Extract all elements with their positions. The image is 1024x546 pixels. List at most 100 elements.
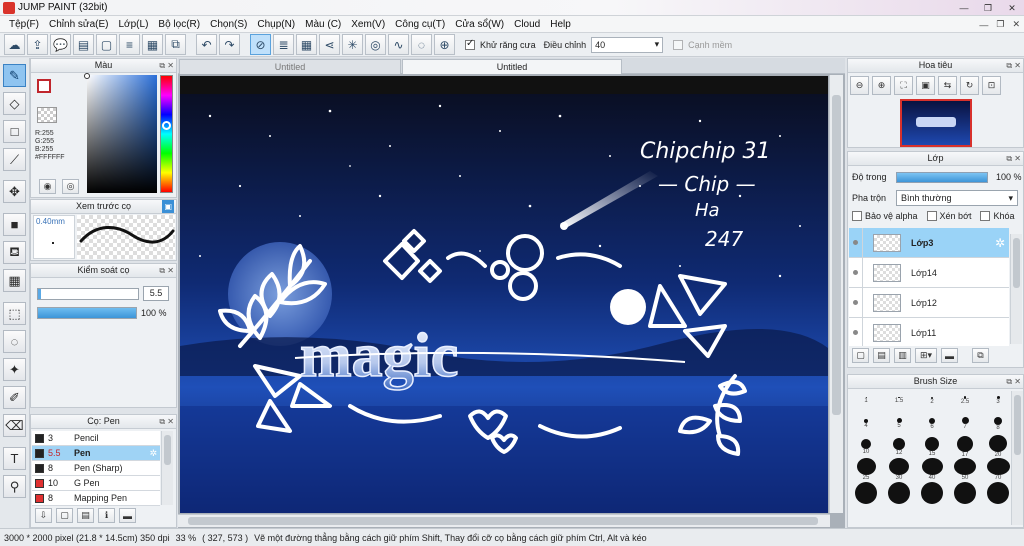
undo-icon[interactable]: ↶	[196, 34, 217, 55]
grid-ruler-icon[interactable]: ▦	[296, 34, 317, 55]
size-input[interactable]: 5.5	[143, 286, 169, 301]
eyedropper-tool-icon[interactable]: ⚲	[3, 475, 26, 498]
brush-size-cell[interactable]	[850, 481, 882, 504]
merge-layer-icon[interactable]: ⧉	[972, 348, 989, 363]
foreground-color-swatch[interactable]	[37, 79, 51, 93]
menu-item-0[interactable]: Tệp(F)	[4, 19, 44, 30]
move-tool-icon[interactable]: ✥	[3, 180, 26, 203]
radial-ruler-icon[interactable]: ✳	[342, 34, 363, 55]
select-eraser-tool-icon[interactable]: ⌫	[3, 414, 26, 437]
menu-item-8[interactable]: Công cụ(T)	[390, 19, 450, 30]
canvas-vertical-scrollbar[interactable]	[829, 75, 843, 513]
brush-size-cell[interactable]: 6	[916, 412, 948, 435]
hue-slider-handle[interactable]	[162, 121, 171, 130]
text-tool-icon[interactable]: T	[3, 447, 26, 470]
artwork-canvas[interactable]: magic Chipchip 31 — Chip — Ha 247	[180, 76, 828, 513]
layer-row[interactable]: Lớp11	[849, 317, 1009, 346]
gear-icon[interactable]: ✲	[995, 236, 1005, 250]
brush-size-cell[interactable]	[883, 481, 915, 504]
panel-controls-icon[interactable]: ⧉ ✕	[1006, 152, 1021, 165]
folder-icon[interactable]: ▬	[941, 348, 958, 363]
transparent-color-swatch[interactable]	[37, 107, 57, 123]
blend-mode-select[interactable]: Bình thường ▾	[896, 190, 1018, 206]
copy-layer-icon[interactable]: ▥	[894, 348, 911, 363]
protect-alpha-checkbox[interactable]	[852, 211, 862, 221]
brush-list-scroll-thumb[interactable]	[164, 435, 171, 465]
new-raster-layer-icon[interactable]: ▤	[873, 348, 890, 363]
brush-size-cell[interactable]: 10	[850, 435, 882, 458]
symmetry-ruler-icon[interactable]: ⊕	[434, 34, 455, 55]
picker-cursor[interactable]	[84, 73, 90, 79]
grid-page-icon[interactable]: ▦	[142, 34, 163, 55]
curve-ruler-icon[interactable]: ∿	[388, 34, 409, 55]
eraser-tool-icon[interactable]: ◇	[3, 92, 26, 115]
brush-size-cell[interactable]: 1.5	[883, 389, 915, 412]
panel-controls-icon[interactable]: ⧉ ✕	[1006, 59, 1021, 72]
soft-edge-checkbox[interactable]	[673, 39, 684, 50]
palette-icon[interactable]: ◉	[39, 179, 56, 194]
brush-size-cell[interactable]: 12	[883, 435, 915, 458]
comment-icon[interactable]: 💬	[50, 34, 71, 55]
panel-controls-icon[interactable]: ▣	[162, 200, 174, 213]
brush-size-cell[interactable]: 30	[883, 458, 915, 481]
menu-item-10[interactable]: Cloud	[509, 19, 545, 30]
perspective-ruler-icon[interactable]: ⋖	[319, 34, 340, 55]
eye-icon[interactable]	[849, 317, 863, 346]
pen-tool-icon[interactable]: ✎	[3, 64, 26, 87]
layer-scroll-thumb[interactable]	[1013, 238, 1020, 288]
fill-shape-tool-icon[interactable]: ■	[3, 213, 26, 236]
menu-item-1[interactable]: Chỉnh sửa(E)	[44, 19, 114, 30]
menu-item-5[interactable]: Chụp(N)	[252, 19, 300, 30]
hue-slider[interactable]	[160, 75, 173, 193]
panel-controls-icon[interactable]: ⧉ ✕	[1006, 375, 1021, 388]
rotate-icon[interactable]: ↻	[960, 76, 979, 95]
vertical-scroll-thumb[interactable]	[832, 95, 841, 415]
brush-size-cell[interactable]	[982, 481, 1014, 504]
ellipse-ruler-icon[interactable]: ◌	[411, 34, 432, 55]
page-icon[interactable]: ▢	[96, 34, 117, 55]
bucket-tool-icon[interactable]: ⛾	[3, 241, 26, 264]
layout-icon[interactable]: ▤	[73, 34, 94, 55]
brush-list-item[interactable]: 5.5 Pen ✲	[32, 446, 160, 461]
parallel-ruler-icon[interactable]: ≣	[273, 34, 294, 55]
horizontal-scroll-thumb[interactable]	[188, 517, 818, 525]
color-set-icon[interactable]: ◎	[62, 179, 79, 194]
menu-item-9[interactable]: Cửa sổ(W)	[450, 19, 509, 30]
maximize-button[interactable]: ❐	[976, 0, 1000, 16]
layer-opacity-slider[interactable]	[896, 172, 988, 183]
panel-controls-icon[interactable]: ⧉ ✕	[159, 264, 174, 277]
brush-size-cell[interactable]: 8	[982, 412, 1014, 435]
brush-size-cell[interactable]: 70	[982, 458, 1014, 481]
brush-size-cell[interactable]	[949, 481, 981, 504]
antialias-checkbox[interactable]	[465, 38, 475, 50]
fit-view-icon[interactable]: ⛶	[894, 76, 913, 95]
brush-size-cell[interactable]: 20	[982, 435, 1014, 458]
brush-size-cell[interactable]	[916, 481, 948, 504]
actual-size-icon[interactable]: ▣	[916, 76, 935, 95]
magic-wand-tool-icon[interactable]: ✦	[3, 358, 26, 381]
new-brush-icon[interactable]: ▢	[56, 508, 73, 523]
lasso-tool-icon[interactable]: ◌	[3, 330, 26, 353]
no-ruler-icon[interactable]: ⊘	[250, 34, 271, 55]
minimize-button[interactable]: —	[952, 0, 976, 16]
saturation-value-picker[interactable]	[87, 75, 157, 193]
brush-size-scrollbar[interactable]	[1011, 391, 1023, 525]
size-slider[interactable]	[37, 288, 139, 300]
brush-size-cell[interactable]: 15	[916, 435, 948, 458]
redo-icon[interactable]: ↷	[219, 34, 240, 55]
correction-select[interactable]: 40 ▾	[591, 36, 664, 53]
gradient-tool-icon[interactable]: ▦	[3, 269, 26, 292]
canvas-horizontal-scrollbar[interactable]	[178, 514, 830, 527]
eye-icon[interactable]	[849, 228, 863, 258]
select-pen-tool-icon[interactable]: ✐	[3, 386, 26, 409]
layer-row[interactable]: Lớp3 ✲	[849, 228, 1009, 258]
brush-cloud-icon[interactable]: ⇩	[35, 508, 52, 523]
lock-checkbox[interactable]	[980, 211, 991, 221]
export-icon[interactable]: ⇪	[27, 34, 48, 55]
doc-close-button[interactable]: ✕	[1012, 19, 1020, 30]
panel-controls-icon[interactable]: ⧉ ✕	[159, 59, 174, 72]
brush-size-cell[interactable]: 7	[949, 412, 981, 435]
brush-list-item[interactable]: 10 G Pen	[32, 476, 160, 491]
flip-icon[interactable]: ⇆	[938, 76, 957, 95]
zoom-out-icon[interactable]: ⊖	[850, 76, 869, 95]
